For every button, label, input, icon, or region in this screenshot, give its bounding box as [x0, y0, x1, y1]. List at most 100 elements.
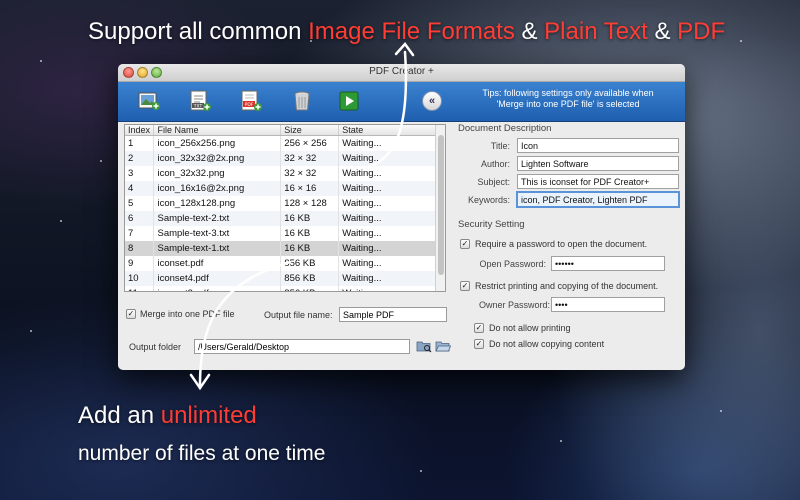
start-button[interactable]: [336, 87, 362, 115]
author-input[interactable]: [517, 156, 679, 171]
open-password-input[interactable]: [551, 256, 665, 271]
cell-size: 16 KB: [280, 210, 340, 226]
cell-file-name: icon_128x128.png: [153, 195, 282, 211]
restrict-checkbox[interactable]: ✓: [460, 281, 470, 291]
window-title: PDF Creator +: [369, 66, 434, 77]
table-row[interactable]: 8 Sample-text-1.txt 16 KB Waiting...: [125, 240, 437, 256]
column-header-index[interactable]: Index: [125, 125, 155, 136]
cell-state: Waiting...: [338, 195, 437, 211]
cell-file-name: icon_32x32.png: [153, 165, 282, 181]
owner-password-input[interactable]: [551, 297, 665, 312]
cell-state: Waiting...: [338, 180, 437, 196]
column-header-state[interactable]: State: [338, 125, 437, 136]
cell-size: 16 KB: [280, 225, 340, 241]
svg-text:PDF: PDF: [245, 102, 254, 108]
table-scrollbar[interactable]: [435, 125, 445, 291]
add-image-button[interactable]: [136, 87, 162, 115]
no-printing-checkbox[interactable]: ✓: [474, 323, 484, 333]
column-header-size[interactable]: Size: [280, 125, 340, 136]
trash-icon: [294, 91, 310, 111]
cell-size: 16 KB: [280, 240, 340, 256]
tips-line-2: 'Merge into one PDF file' is selected: [496, 99, 640, 109]
output-file-name-label: Output file name:: [264, 310, 333, 320]
add-pdf-button[interactable]: PDF: [238, 87, 264, 115]
cell-size: 32 × 32: [280, 165, 340, 181]
table-row[interactable]: 2 icon_32x32@2x.png 32 × 32 Waiting...: [125, 150, 437, 166]
toolbar: TXT PDF « Tips: following settings only …: [118, 82, 685, 122]
column-header-file-name[interactable]: File Name: [153, 125, 282, 136]
cell-file-name: Sample-text-1.txt: [153, 240, 282, 256]
add-text-icon: TXT: [190, 90, 211, 111]
cell-file-name: iconset.pdf: [153, 255, 282, 271]
no-printing-option[interactable]: ✓ Do not allow printing: [474, 323, 571, 333]
start-icon: [339, 91, 359, 111]
cell-index: 9: [125, 255, 155, 271]
cell-state: Waiting...: [338, 285, 437, 291]
table-row[interactable]: 7 Sample-text-3.txt 16 KB Waiting...: [125, 225, 437, 241]
cell-state: Waiting...: [338, 255, 437, 271]
document-description-title: Document Description: [458, 123, 552, 134]
cell-file-name: icon_32x32@2x.png: [153, 150, 282, 166]
cell-file-name: Sample-text-3.txt: [153, 225, 282, 241]
scrollbar-thumb[interactable]: [438, 135, 444, 275]
cell-state: Waiting...: [338, 240, 437, 256]
headline-bottom-subtitle: number of files at one time: [78, 442, 326, 465]
choose-folder-button[interactable]: [435, 339, 452, 353]
cell-index: 2: [125, 150, 155, 166]
cell-index: 11: [125, 285, 155, 291]
cell-index: 6: [125, 210, 155, 226]
cell-file-name: icon_256x256.png: [153, 135, 282, 151]
tips-line-1: Tips: following settings only available …: [482, 88, 654, 98]
require-password-option[interactable]: ✓ Require a password to open the documen…: [460, 239, 647, 249]
cell-state: Waiting...: [338, 270, 437, 286]
cell-index: 5: [125, 195, 155, 211]
add-text-button[interactable]: TXT: [187, 87, 213, 115]
table-row[interactable]: 5 icon_128x128.png 128 × 128 Waiting...: [125, 195, 437, 211]
cell-index: 8: [125, 240, 155, 256]
cell-size: 856 KB: [280, 255, 340, 271]
table-row[interactable]: 9 iconset.pdf 856 KB Waiting...: [125, 255, 437, 271]
table-row[interactable]: 4 icon_16x16@2x.png 16 × 16 Waiting...: [125, 180, 437, 196]
app-window: PDF Creator + TXT PDF « Tips: following …: [118, 64, 685, 370]
cell-state: Waiting...: [338, 150, 437, 166]
title-input[interactable]: [517, 138, 679, 153]
reveal-folder-button[interactable]: [416, 339, 432, 353]
cell-size: 32 × 32: [280, 150, 340, 166]
title-bar: PDF Creator +: [118, 64, 685, 82]
headline-top: Support all common Image File Formats & …: [88, 18, 726, 45]
cell-file-name: Sample-text-2.txt: [153, 210, 282, 226]
output-folder-label: Output folder: [129, 342, 182, 352]
cell-state: Waiting...: [338, 165, 437, 181]
table-row[interactable]: 11iconset2.pdf856 KBWaiting...: [125, 285, 437, 291]
svg-text:TXT: TXT: [193, 103, 203, 109]
no-copying-option[interactable]: ✓ Do not allow copying content: [474, 339, 604, 349]
collapse-panel-button[interactable]: «: [422, 91, 442, 111]
cell-size: 16 × 16: [280, 180, 340, 196]
file-list-table[interactable]: Index File Name Size State 1 icon_256x256…: [124, 124, 446, 292]
merge-checkbox[interactable]: ✓: [126, 309, 136, 319]
output-folder-input[interactable]: [194, 339, 410, 354]
cell-index: 7: [125, 225, 155, 241]
restrict-option[interactable]: ✓ Restrict printing and copying of the d…: [460, 281, 658, 291]
require-password-checkbox[interactable]: ✓: [460, 239, 470, 249]
add-pdf-icon: PDF: [241, 90, 262, 111]
delete-button[interactable]: [289, 87, 315, 115]
cell-file-name: iconset4.pdf: [153, 270, 282, 286]
subject-input[interactable]: [517, 174, 679, 189]
cell-file-name: iconset2.pdf: [153, 285, 282, 291]
keywords-input[interactable]: [516, 191, 680, 208]
table-row[interactable]: 10 iconset4.pdf 856 KB Waiting...: [125, 270, 437, 286]
subject-label: Subject:: [477, 177, 510, 187]
table-row[interactable]: 1 icon_256x256.png 256 × 256 Waiting...: [125, 135, 437, 151]
cell-size: 256 × 256: [280, 135, 340, 151]
cell-index: 1: [125, 135, 155, 151]
output-file-name-input[interactable]: [339, 307, 447, 322]
merge-label: Merge into one PDF file: [140, 309, 235, 319]
no-copying-checkbox[interactable]: ✓: [474, 339, 484, 349]
restrict-label: Restrict printing and copying of the doc…: [475, 281, 659, 291]
security-setting-title: Security Setting: [458, 219, 525, 230]
merge-option[interactable]: ✓ Merge into one PDF file: [126, 309, 235, 319]
table-row[interactable]: 3 icon_32x32.png 32 × 32 Waiting...: [125, 165, 437, 181]
table-row[interactable]: 6 Sample-text-2.txt 16 KB Waiting...: [125, 210, 437, 226]
tips-text: Tips: following settings only available …: [463, 88, 673, 110]
